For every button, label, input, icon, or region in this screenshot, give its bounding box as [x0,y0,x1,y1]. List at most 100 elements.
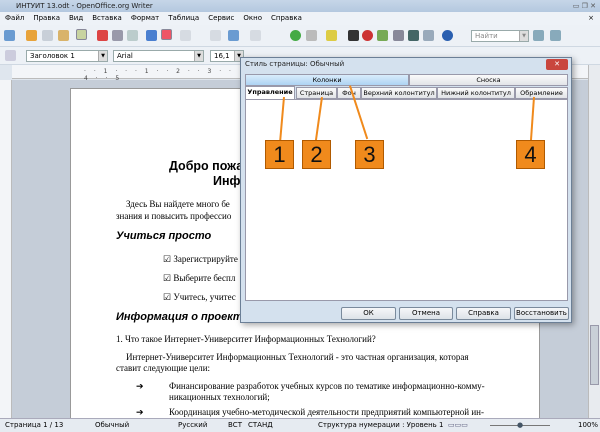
tab-footer[interactable]: Нижний колонтитул [437,87,515,99]
hyperlink-icon[interactable] [290,30,301,41]
intro-line-1: Здесь Вы найдете много бе [126,199,230,209]
font-size-select[interactable]: 16,1 ▼ [210,50,244,62]
tab-borders[interactable]: Обрамление [515,87,568,99]
paragraph-line: ставит следующие цели: [116,363,211,373]
vertical-ruler[interactable] [0,80,12,418]
menu-format[interactable]: Формат [131,12,159,25]
table-icon[interactable] [306,30,317,41]
menu-insert[interactable]: Вставка [92,12,122,25]
menu-table[interactable]: Таблица [168,12,199,25]
cancel-button[interactable]: Отмена [399,307,453,320]
check-item: ☑ Зарегистрируйте [163,254,238,265]
paragraph-style-value: Заголовок 1 [30,52,75,60]
question-1: 1. Что такое Интернет-Университет Информ… [116,334,376,344]
show-draw-icon[interactable] [326,30,337,41]
status-insert[interactable]: ВСТ [228,419,242,432]
callout-4: 4 [516,140,545,169]
status-page: Страница 1 / 13 [5,421,64,429]
tab-organizer[interactable]: Управление [245,86,295,100]
check-item: ☑ Учитесь, учитес [163,292,236,303]
reset-button[interactable]: Восстановить [514,307,569,320]
paste-icon[interactable] [210,30,221,41]
spellcheck-icon[interactable] [146,30,157,41]
find-input[interactable]: Найти ▼ [471,30,529,42]
checkbox-icon: ☑ [163,292,174,302]
callout-1: 1 [265,140,294,169]
close-icon[interactable]: ✕ [546,59,568,70]
export-pdf-icon[interactable] [97,30,108,41]
gallery-icon[interactable] [377,30,388,41]
status-selection[interactable]: СТАНД [248,419,273,432]
font-value: Arial [117,52,133,60]
find-replace-icon[interactable] [348,30,359,41]
print-icon[interactable] [112,30,123,41]
menu-file[interactable]: Файл [5,12,24,25]
window-controls[interactable]: ▭ ❐ ✕ [556,1,596,11]
font-select[interactable]: Arial ▼ [113,50,204,62]
zoom-slider-thumb[interactable]: ● [517,419,523,432]
paragraph-line: Интернет-Университет Информационных Техн… [126,352,469,362]
bullet-text: Координация учебно-методической деятельн… [169,407,484,417]
tab-page[interactable]: Страница [296,87,337,99]
help-button[interactable]: Справка [456,307,511,320]
chevron-down-icon[interactable]: ▼ [519,31,528,41]
nonprinting-chars-icon[interactable] [408,30,419,41]
datasources-icon[interactable] [393,30,404,41]
check-item-text: Выберите беспл [173,273,236,283]
format-paintbrush-icon[interactable] [228,30,239,41]
open-icon[interactable] [26,30,37,41]
new-document-icon[interactable] [4,30,15,41]
find-previous-icon[interactable] [533,30,544,41]
status-language: Русский [178,421,208,429]
tab-footnote[interactable]: Сноска [409,74,568,86]
print-preview-icon[interactable] [127,30,138,41]
status-outline: Структура нумерации : Уровень 1 [318,421,444,429]
standard-toolbar: Найти ▼ [0,25,600,47]
checkbox-icon: ☑ [163,273,174,283]
email-icon[interactable] [58,30,69,41]
dialog-title: Стиль страницы: Обычный [245,60,345,68]
chevron-down-icon[interactable]: ▼ [98,51,107,61]
zoom-icon[interactable] [423,30,434,41]
view-layout-icons[interactable]: ▭▭▭ [448,419,468,432]
menubar: Файл Правка Вид Вставка Формат Таблица С… [0,12,600,25]
window-title: ИНТУИТ 13.odt - OpenOffice.org Writer [16,2,153,10]
undo-icon[interactable] [250,30,261,41]
status-style: Обычный [95,421,130,429]
styles-icon[interactable] [5,50,16,61]
window-titlebar: ИНТУИТ 13.odt - OpenOffice.org Writer ▭ … [0,0,600,12]
chevron-down-icon[interactable]: ▼ [194,51,203,61]
heading-welcome-2: Инф [213,174,241,188]
menu-tools[interactable]: Сервис [208,12,234,25]
tab-columns[interactable]: Колонки [245,74,409,86]
callout-2: 2 [302,140,331,169]
ok-button[interactable]: ОК [341,307,396,320]
cut-icon[interactable] [180,30,191,41]
find-next-icon[interactable] [550,30,561,41]
menu-view[interactable]: Вид [69,12,83,25]
close-document-icon[interactable]: × [588,12,594,25]
menu-help[interactable]: Справка [271,12,302,25]
menu-edit[interactable]: Правка [33,12,60,25]
dialog-content [245,99,568,301]
edit-mode-icon[interactable] [76,29,87,40]
intro-line-2: знания и повысить профессио [116,211,232,221]
tab-header[interactable]: Верхний колонтитул [361,87,437,99]
checkbox-icon: ☑ [163,254,174,264]
bullet-text: никационных технологий; [169,392,270,402]
paragraph-style-select[interactable]: Заголовок 1 ▼ [26,50,108,62]
navigator-icon[interactable] [362,30,373,41]
scrollbar-thumb[interactable] [590,325,599,385]
save-icon[interactable] [42,30,53,41]
page-style-dialog: Стиль страницы: Обычный ✕ Колонки Сноска… [240,57,572,323]
vertical-scrollbar[interactable] [588,65,600,418]
menu-window[interactable]: Окно [243,12,262,25]
find-placeholder: Найти [475,32,498,40]
arrow-bullet-icon: ➔ [136,407,144,417]
check-item: ☑ Выберите беспл [163,273,235,284]
autospellcheck-icon[interactable] [161,29,172,40]
font-size-value: 16,1 [214,52,230,60]
bullet-text: Финансирование разработок учебных курсов… [169,381,485,391]
help-icon[interactable] [442,30,453,41]
section-project-info: Информация о проекте [116,311,249,323]
